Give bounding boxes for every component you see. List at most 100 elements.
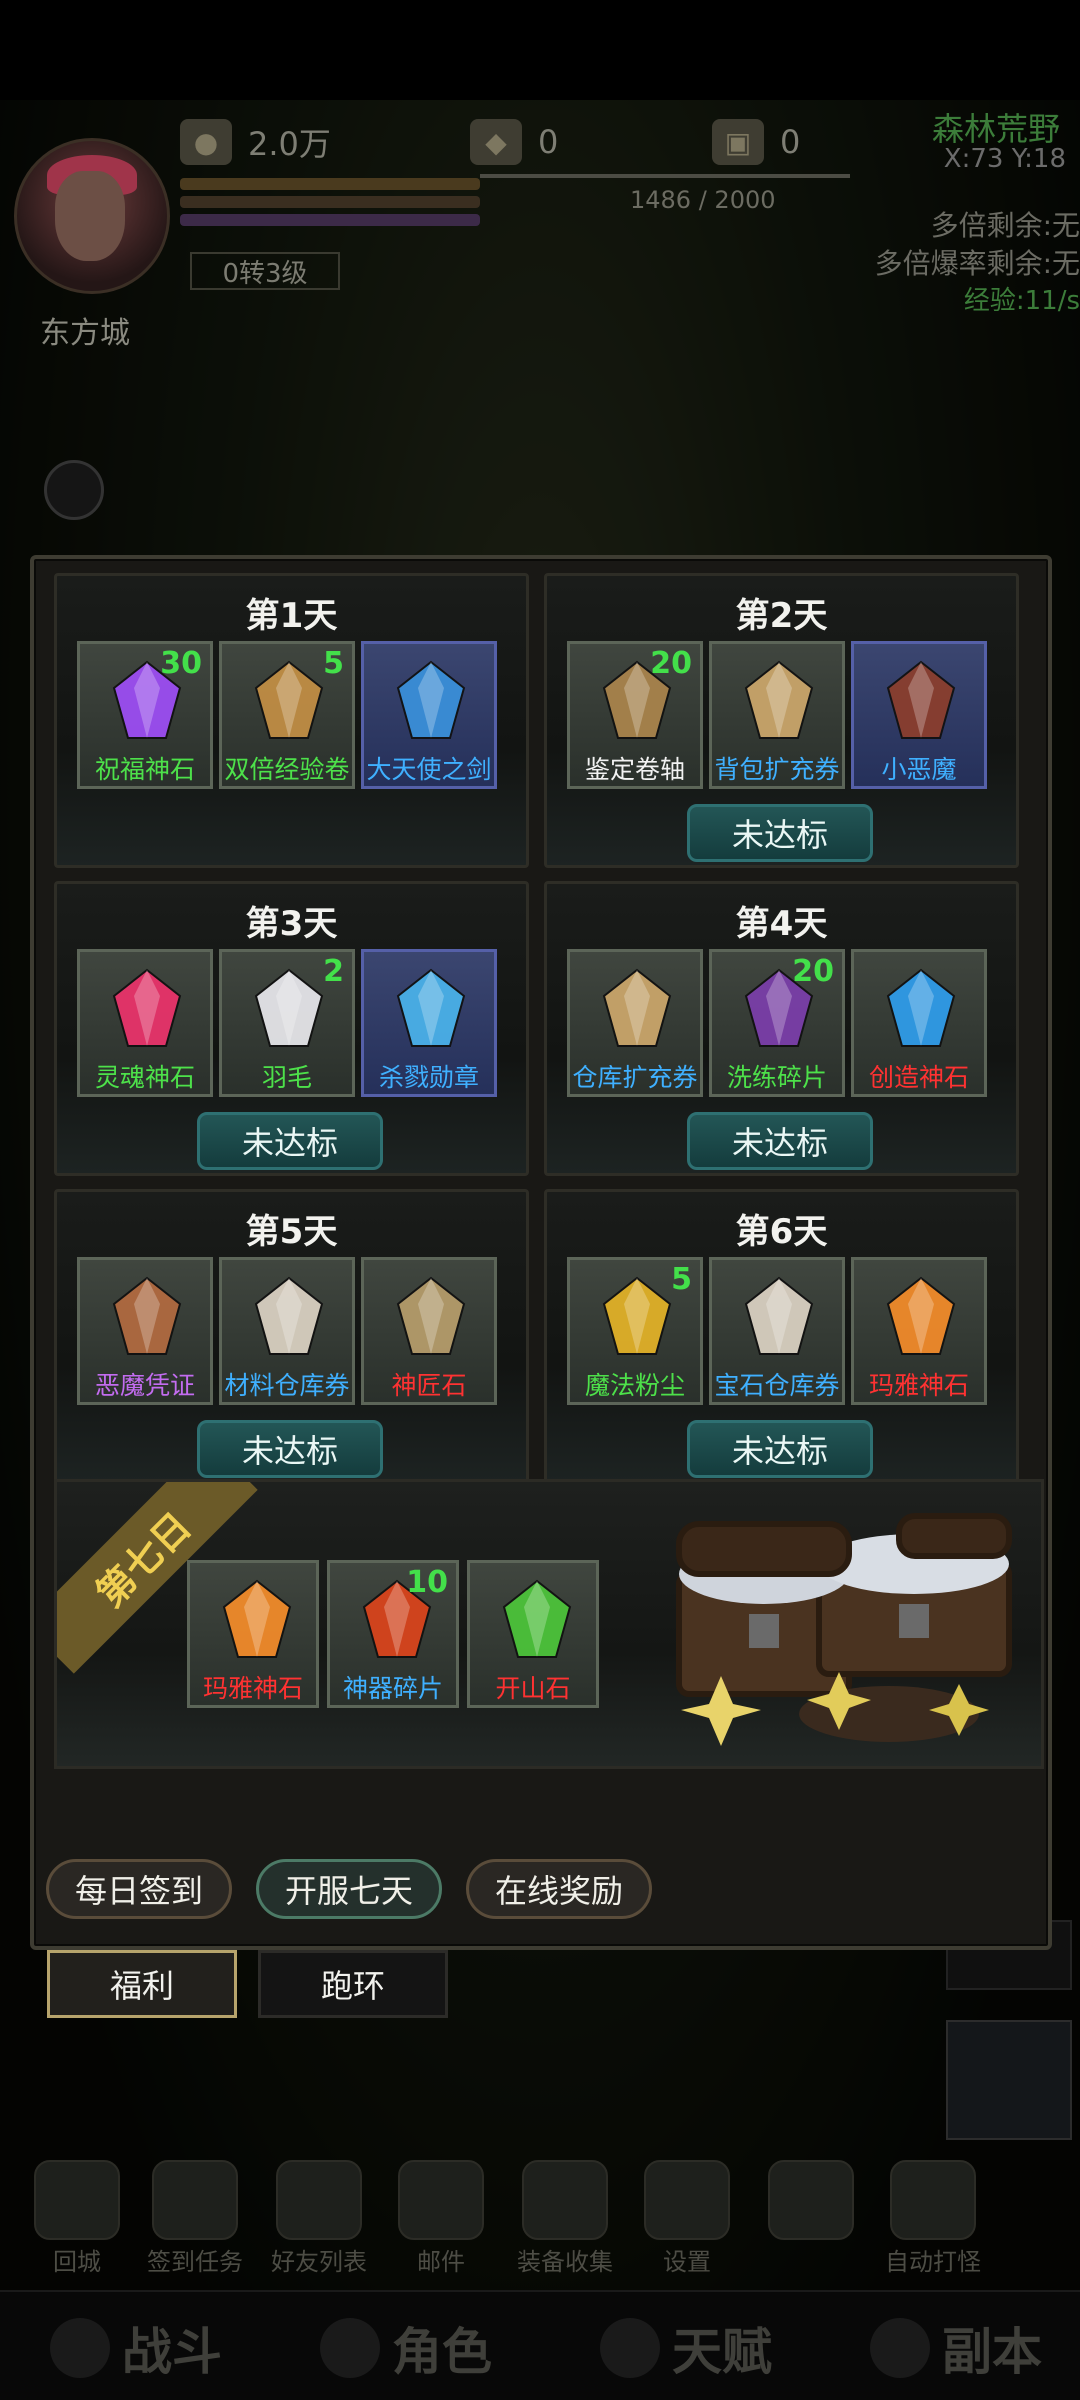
day-items: 30 祝福神石 5 双倍经验卷 大天使之剑	[77, 641, 497, 789]
reward-item[interactable]: 灵魂神石	[77, 949, 213, 1097]
character-icon	[320, 2318, 380, 2378]
energy-bar	[180, 214, 480, 226]
reward-item[interactable]: 大天使之剑	[361, 641, 497, 789]
mail-icon	[398, 2160, 484, 2240]
reward-item[interactable]: 神匠石	[361, 1257, 497, 1405]
item-name: 小恶魔	[881, 755, 957, 784]
exp-rate: 经验:11/s	[963, 286, 1080, 316]
day-items: 5 魔法粉尘 宝石仓库券 玛雅神石	[567, 1257, 987, 1405]
tab-label: 天赋	[672, 2323, 772, 2381]
tab-label: 角色	[392, 2323, 492, 2381]
day-title: 第5天	[245, 1212, 338, 1252]
gold-amount: 2.0万	[248, 125, 331, 163]
gold-resource: ● 2.0万	[180, 118, 331, 166]
menu-settings[interactable]: 设置	[632, 2160, 742, 2276]
tab-server-seven-days[interactable]: 开服七天	[256, 1859, 443, 1919]
tab-dungeon[interactable]: 副本	[870, 2316, 1042, 2381]
day-title: 第4天	[735, 904, 828, 944]
claim-status-button[interactable]: 未达标	[687, 804, 873, 862]
reward-item[interactable]: 10 神器碎片	[327, 1560, 459, 1708]
menu-return-city[interactable]: 回城	[22, 2160, 132, 2276]
reward-item[interactable]: 5 魔法粉尘	[567, 1257, 703, 1405]
claim-status-button[interactable]: 未达标	[197, 1112, 383, 1170]
tab-battle[interactable]: 战斗	[50, 2316, 222, 2381]
ingot-icon: ◆	[470, 119, 522, 165]
potion-quick-slot[interactable]	[946, 2020, 1072, 2140]
reward-item[interactable]: 创造神石	[851, 949, 987, 1097]
powder-bag-icon	[602, 1276, 672, 1355]
sword-icon	[396, 660, 466, 739]
day-title: 第6天	[735, 1212, 828, 1252]
ingot-resource: ◆ 0	[470, 118, 558, 166]
treasure-box-icon: ▣	[712, 119, 764, 165]
day-reward-card: 第2天 20 鉴定卷轴 背包扩充券 小恶魔 未达标	[544, 573, 1019, 868]
auto-battle-icon	[890, 2160, 976, 2240]
menu-label: 自动打怪	[885, 2248, 981, 2276]
reward-item[interactable]: 材料仓库券	[219, 1257, 355, 1405]
menu-label: 邮件	[417, 2248, 465, 2276]
tab-loop-quest[interactable]: 跑环	[258, 1950, 448, 2018]
menu-locked[interactable]	[756, 2160, 866, 2270]
claim-status-button[interactable]: 未达标	[687, 1420, 873, 1478]
return-city-icon	[34, 2160, 120, 2240]
item-name: 神器碎片	[342, 1674, 443, 1703]
ticket-icon	[744, 660, 814, 739]
reward-item[interactable]: 背包扩充券	[709, 641, 845, 789]
reward-item[interactable]: 5 双倍经验卷	[219, 641, 355, 789]
multiplier-remaining: 多倍剩余:无	[930, 209, 1080, 242]
ticket-icon	[602, 968, 672, 1047]
gear-icon	[644, 2160, 730, 2240]
claim-status-button[interactable]: 未达标	[687, 1112, 873, 1170]
reward-item[interactable]: 小恶魔	[851, 641, 987, 789]
menu-label: 装备收集	[517, 2248, 613, 2276]
sub-tab-label: 跑环	[320, 1967, 385, 2005]
day-reward-card: 第5天恶魔凭证 材料仓库券 神匠石未达标	[54, 1189, 529, 1484]
menu-equipment-collection[interactable]: 装备收集	[510, 2160, 620, 2276]
day-title: 第3天	[245, 904, 338, 944]
avatar-face	[55, 171, 125, 261]
tab-daily-signin[interactable]: 每日签到	[46, 1859, 233, 1919]
menu-signin-task[interactable]: 签到任务	[140, 2160, 250, 2276]
claim-status-button[interactable]: 未达标	[197, 1420, 383, 1478]
reward-item[interactable]: 30 祝福神石	[77, 641, 213, 789]
reward-item[interactable]: 20 鉴定卷轴	[567, 641, 703, 789]
menu-auto-battle[interactable]: 自动打怪	[878, 2160, 988, 2276]
box-resource: ▣ 0	[712, 118, 800, 166]
reward-item[interactable]: 恶魔凭证	[77, 1257, 213, 1405]
item-name: 仓库扩充券	[572, 1063, 698, 1092]
item-name: 材料仓库券	[224, 1371, 350, 1400]
player-level: 0转3级	[190, 252, 340, 290]
pill-label: 每日签到	[75, 1872, 204, 1910]
tab-welfare[interactable]: 福利	[47, 1950, 237, 2018]
tab-online-rewards[interactable]: 在线奖励	[466, 1859, 653, 1919]
reward-item[interactable]: 杀戮勋章	[361, 949, 497, 1097]
orb-icon	[396, 1276, 466, 1355]
item-name: 恶魔凭证	[94, 1371, 195, 1400]
reward-item[interactable]: 玛雅神石	[187, 1560, 319, 1708]
reward-item[interactable]: 宝石仓库券	[709, 1257, 845, 1405]
day-items: 20 鉴定卷轴 背包扩充券 小恶魔	[567, 641, 987, 789]
menu-friends[interactable]: 好友列表	[264, 2160, 374, 2276]
tab-character[interactable]: 角色	[320, 2316, 492, 2381]
reward-item[interactable]: 玛雅神石	[851, 1257, 987, 1405]
day-reward-card: 第3天灵魂神石 2 羽毛 杀戮勋章未达标	[54, 881, 529, 1176]
sub-tab-label: 福利	[109, 1967, 174, 2005]
reward-item[interactable]: 仓库扩充券	[567, 949, 703, 1097]
reward-item[interactable]: 20 洗练碎片	[709, 949, 845, 1097]
item-name: 灵魂神石	[94, 1063, 195, 1092]
bat-wing-icon	[886, 660, 956, 739]
side-helmet-button[interactable]	[44, 460, 104, 520]
menu-mail[interactable]: 邮件	[386, 2160, 496, 2276]
item-name: 开山石	[495, 1674, 571, 1703]
scroll-icon	[254, 660, 324, 739]
tab-label: 副本	[942, 2323, 1042, 2381]
reward-item[interactable]: 2 羽毛	[219, 949, 355, 1097]
player-avatar[interactable]	[14, 138, 170, 294]
day-reward-card: 第4天仓库扩充券 20 洗练碎片 创造神石未达标	[544, 881, 1019, 1176]
item-count: 10	[406, 1565, 448, 1600]
day-title: 第2天	[735, 596, 828, 636]
reward-item[interactable]: 开山石	[467, 1560, 599, 1708]
item-name: 创造神石	[868, 1063, 969, 1092]
tab-talent[interactable]: 天赋	[600, 2316, 772, 2381]
feather-icon	[254, 968, 324, 1047]
